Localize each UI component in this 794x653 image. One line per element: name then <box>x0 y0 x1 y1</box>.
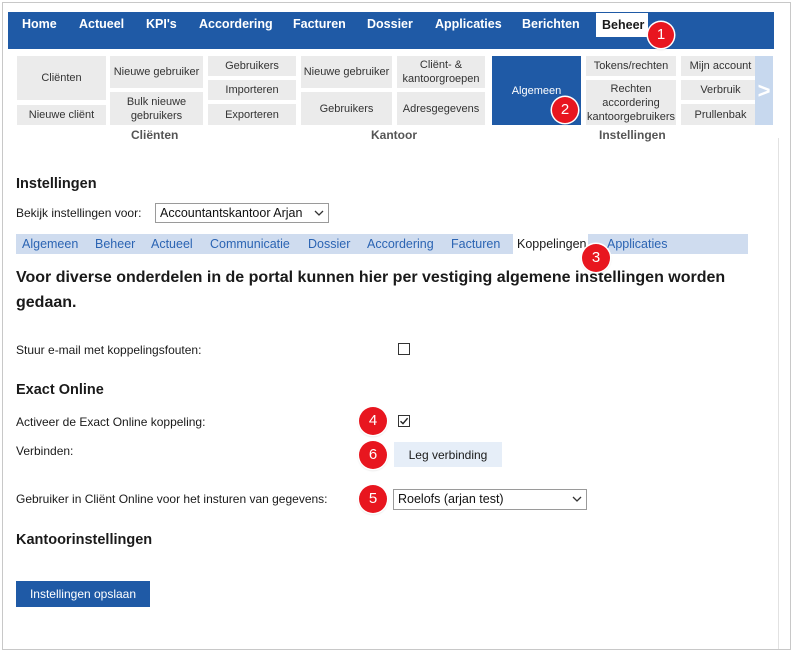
ribbon-scroll-right-icon[interactable]: > <box>755 56 773 125</box>
tab-communicatie[interactable]: Communicatie <box>210 234 290 254</box>
ribbon-group-kantoor-label: Kantoor <box>371 128 417 142</box>
ribbon-gebruikers-button[interactable]: Gebruikers <box>208 56 296 76</box>
marker-4: 4 <box>359 407 387 435</box>
nav-applicaties[interactable]: Applicaties <box>435 14 502 35</box>
ribbon-verbruik-button[interactable]: Verbruik <box>681 80 760 100</box>
nav-facturen[interactable]: Facturen <box>293 14 346 35</box>
ribbon-group-clienten-label: Cliënten <box>131 128 179 142</box>
ribbon-kantoor-gebruikers-button[interactable]: Gebruikers <box>301 92 392 125</box>
tab-applicaties[interactable]: Applicaties <box>607 234 667 254</box>
ribbon-group-instellingen-label: Instellingen <box>599 128 666 142</box>
tab-beheer[interactable]: Beheer <box>95 234 135 254</box>
ribbon-importeren-button[interactable]: Importeren <box>208 80 296 100</box>
email-errors-checkbox[interactable] <box>398 343 410 355</box>
save-settings-button[interactable]: Instellingen opslaan <box>16 581 150 607</box>
connect-button[interactable]: Leg verbinding <box>394 442 502 467</box>
connect-label: Verbinden: <box>16 444 74 458</box>
ribbon-prullenbak-button[interactable]: Prullenbak <box>681 104 760 125</box>
chevron-down-icon <box>572 496 582 502</box>
tab-dossier[interactable]: Dossier <box>308 234 350 254</box>
nav-accordering[interactable]: Accordering <box>199 14 273 35</box>
marker-2: 2 <box>552 97 578 123</box>
nav-actueel[interactable]: Actueel <box>79 14 124 35</box>
content-divider <box>778 138 779 649</box>
tab-actueel[interactable]: Actueel <box>151 234 193 254</box>
office-settings-heading: Kantoorinstellingen <box>16 532 153 548</box>
nav-home[interactable]: Home <box>22 14 57 35</box>
ribbon-bulk-nieuwe-gebruikers-button[interactable]: Bulk nieuwe gebruikers <box>110 92 203 125</box>
ribbon-adresgegevens-button[interactable]: Adresgegevens <box>397 92 485 125</box>
submit-user-select-value: Roelofs (arjan test) <box>398 492 504 506</box>
activate-exact-label: Activeer de Exact Online koppeling: <box>16 415 206 429</box>
nav-beheer[interactable]: Beheer <box>596 13 648 37</box>
vestiging-select[interactable]: Accountantskantoor Arjan <box>155 203 329 223</box>
ribbon-tokens-rechten-button[interactable]: Tokens/rechten <box>586 56 676 76</box>
activate-exact-checkbox[interactable] <box>398 415 410 427</box>
submit-user-label: Gebruiker in Cliënt Online voor het inst… <box>16 492 328 506</box>
tab-accordering[interactable]: Accordering <box>367 234 434 254</box>
ribbon-nieuwe-client-button[interactable]: Nieuwe cliënt <box>17 105 106 125</box>
marker-3: 3 <box>582 244 610 272</box>
settings-subtabs: Algemeen Beheer Actueel Communicatie Dos… <box>16 234 748 254</box>
nav-dossier[interactable]: Dossier <box>367 14 413 35</box>
view-for-label: Bekijk instellingen voor: <box>16 206 142 220</box>
tab-koppelingen[interactable]: Koppelingen <box>513 234 588 254</box>
ribbon-clienten-button[interactable]: Cliënten <box>17 56 106 100</box>
email-errors-label: Stuur e-mail met koppelingsfouten: <box>16 343 202 357</box>
ribbon-rechten-accordering-button[interactable]: Rechten accordering kantoorgebruikers <box>586 80 676 125</box>
tab-facturen[interactable]: Facturen <box>451 234 500 254</box>
nav-berichten[interactable]: Berichten <box>522 14 580 35</box>
submit-user-select[interactable]: Roelofs (arjan test) <box>393 489 587 510</box>
intro-text: Voor diverse onderdelen in de portal kun… <box>16 269 726 311</box>
nav-kpis[interactable]: KPI's <box>146 14 177 35</box>
exact-online-heading: Exact Online <box>16 382 104 398</box>
chevron-down-icon <box>314 210 324 216</box>
tab-algemeen[interactable]: Algemeen <box>22 234 78 254</box>
ribbon-client-kantoorgroepen-button[interactable]: Cliënt- & kantoorgroepen <box>397 56 485 88</box>
ribbon-exporteren-button[interactable]: Exporteren <box>208 104 296 125</box>
vestiging-select-value: Accountantskantoor Arjan <box>160 206 303 220</box>
ribbon-mijn-account-button[interactable]: Mijn account <box>681 56 760 76</box>
marker-5: 5 <box>359 485 387 513</box>
marker-6: 6 <box>359 441 387 469</box>
check-icon <box>400 417 409 425</box>
marker-1: 1 <box>648 22 674 48</box>
page-title: Instellingen <box>16 176 97 192</box>
ribbon-kantoor-nieuwe-gebruiker-button[interactable]: Nieuwe gebruiker <box>301 56 392 88</box>
ribbon-nieuwe-gebruiker-button[interactable]: Nieuwe gebruiker <box>110 56 203 88</box>
